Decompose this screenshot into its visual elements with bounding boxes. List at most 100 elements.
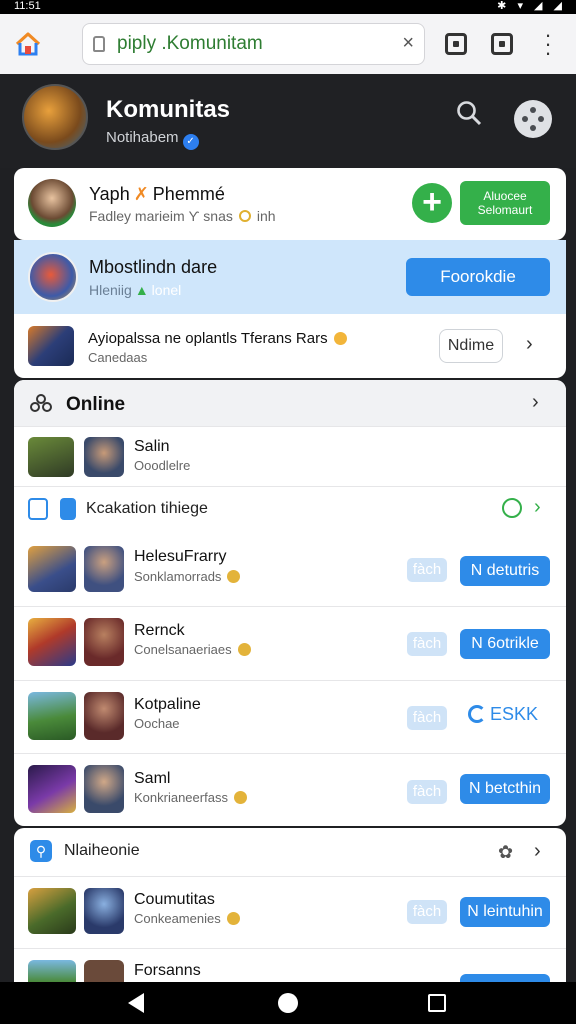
user-subtitle-line: Sonklamorrads [134, 569, 241, 584]
link-action-label: ESKK [490, 704, 539, 724]
more-options-icon[interactable] [514, 100, 552, 138]
coin-icon [238, 210, 251, 222]
overflow-menu-icon[interactable]: · · · [541, 24, 555, 64]
user-avatar [84, 618, 124, 666]
profile-name: Yaph [89, 184, 130, 204]
user-name: Forsanns [134, 962, 201, 979]
secondary-button[interactable]: fàch [407, 558, 447, 582]
back-icon[interactable] [128, 993, 144, 1013]
flower-icon: ✿ [498, 842, 514, 862]
promo-button[interactable]: Ndime [439, 329, 503, 363]
profile-avatar[interactable] [28, 179, 76, 227]
home-icon[interactable] [14, 30, 42, 58]
community-icon [30, 394, 52, 412]
profile-subtitle-2: inh [256, 208, 276, 224]
follow-button[interactable]: N leintuhin [460, 897, 550, 927]
divider [14, 876, 566, 877]
system-navigation-bar [0, 982, 576, 1024]
profile-name-line: Yaph ✗ Phemmé [89, 184, 225, 205]
tabs-icon[interactable] [445, 33, 467, 55]
secondary-button[interactable]: fàch [407, 900, 447, 924]
emoji-icon [233, 791, 247, 804]
emoji-icon [226, 912, 240, 925]
user-subtitle-line: Conkeamenies [134, 911, 240, 926]
user-thumbnail [28, 692, 76, 740]
screenshot-icon[interactable] [491, 33, 513, 55]
user-avatar [84, 765, 124, 813]
user-name: Kotpaline [134, 696, 201, 713]
follow-button[interactable] [460, 974, 550, 982]
highlight-action-button[interactable]: Foorokdie [406, 258, 550, 296]
divider [14, 753, 566, 754]
promo-text: Ayiopalssa ne oplantls Tferans Rars [88, 330, 328, 347]
clear-icon[interactable]: × [402, 32, 414, 55]
document-icon [28, 498, 48, 520]
follow-button[interactable]: N detutris [460, 556, 550, 586]
user-thumbnail [28, 960, 76, 982]
secondary-button[interactable]: fàch [407, 632, 447, 656]
item-avatar [84, 437, 124, 477]
search-icon[interactable] [456, 100, 482, 126]
key-icon: ⚲ [30, 840, 52, 862]
community-avatar[interactable] [22, 84, 88, 150]
item-name: Salin [134, 438, 170, 455]
chevron-right-icon[interactable]: › [532, 391, 539, 414]
user-subtitle-line: Konkrianeerfass [134, 790, 247, 805]
refresh-icon [468, 705, 486, 723]
promo-text-line: Ayiopalssa ne oplantls Tferans Rars [88, 330, 347, 347]
user-name: HelesuFrarry [134, 548, 227, 565]
group-avatar[interactable] [28, 252, 78, 302]
divider [14, 486, 566, 487]
item-thumbnail [28, 437, 74, 477]
badge-icon [60, 498, 76, 520]
add-button[interactable]: + [412, 183, 452, 223]
verified-icon: ✓ [182, 134, 199, 150]
bottom-section-title: Nlaiheonie [64, 842, 140, 859]
user-name: Saml [134, 770, 171, 787]
user-avatar [84, 888, 124, 934]
highlight-subtitle-2: lonel [151, 282, 182, 298]
highlight-subtitle: Hleniig [89, 282, 132, 298]
chevron-right-icon[interactable]: › [534, 496, 541, 519]
subscribe-button[interactable]: Aluocee Selomaurt [460, 181, 550, 225]
chevron-right-icon[interactable]: › [534, 840, 541, 863]
status-bar: 11:51 ✱ ▾ ◢ ◢ [0, 0, 576, 14]
profile-subtitle-line: Fadley marieim Ƴ snas inh [89, 208, 276, 224]
user-thumbnail [28, 765, 76, 813]
chevron-right-icon[interactable]: › [526, 333, 533, 356]
recent-apps-icon[interactable] [428, 994, 446, 1012]
secondary-button[interactable]: fàch [407, 706, 447, 730]
highlight-card: Mbostlindn dare Hleniig ▲ lonel Foorokdie [14, 240, 566, 314]
status-icons: ✱ ▾ ◢ ◢ [497, 0, 566, 12]
emoji-icon [333, 332, 347, 345]
browser-toolbar: piply .Komunitam × · · · [0, 14, 576, 74]
link-action[interactable]: ESKK [468, 704, 538, 725]
user-subtitle: Oochae [134, 716, 180, 731]
subtitle-text: Notihabem [106, 129, 179, 146]
online-header[interactable]: Online › [14, 380, 566, 426]
user-subtitle: Sonklamorrads [134, 569, 222, 584]
divider [14, 426, 566, 427]
user-list: HelesuFrarry Sonklamorrads fàch N detutr… [14, 534, 566, 826]
crossed-swords-icon: ✗ [133, 184, 149, 204]
divider [14, 948, 566, 949]
triangle-icon: ▲ [134, 282, 149, 298]
address-bar[interactable]: piply .Komunitam × [82, 23, 425, 65]
secondary-button[interactable]: fàch [407, 780, 447, 804]
user-avatar [84, 546, 124, 592]
follow-button[interactable]: N 6otrikle [460, 629, 550, 659]
home-button-icon[interactable] [278, 993, 298, 1013]
follow-button[interactable]: N betcthin [460, 774, 550, 804]
user-subtitle-line: Conelsanaeriaes [134, 642, 251, 657]
emoji-icon [227, 570, 241, 583]
profile-subtitle: Fadley marieim Ƴ snas [89, 208, 233, 224]
online-title: Online [66, 394, 126, 415]
check-circle-icon [502, 498, 522, 518]
user-thumbnail [28, 546, 76, 592]
page-title: Komunitas [106, 96, 231, 123]
highlight-title: Mbostlindn dare [89, 257, 218, 277]
bottom-section: ⚲ Nlaiheonie ✿ › Coumutitas Conkeamenies… [14, 828, 566, 982]
user-name: Rernck [134, 622, 185, 639]
emoji-icon [237, 643, 251, 656]
promo-thumbnail[interactable] [28, 326, 74, 366]
